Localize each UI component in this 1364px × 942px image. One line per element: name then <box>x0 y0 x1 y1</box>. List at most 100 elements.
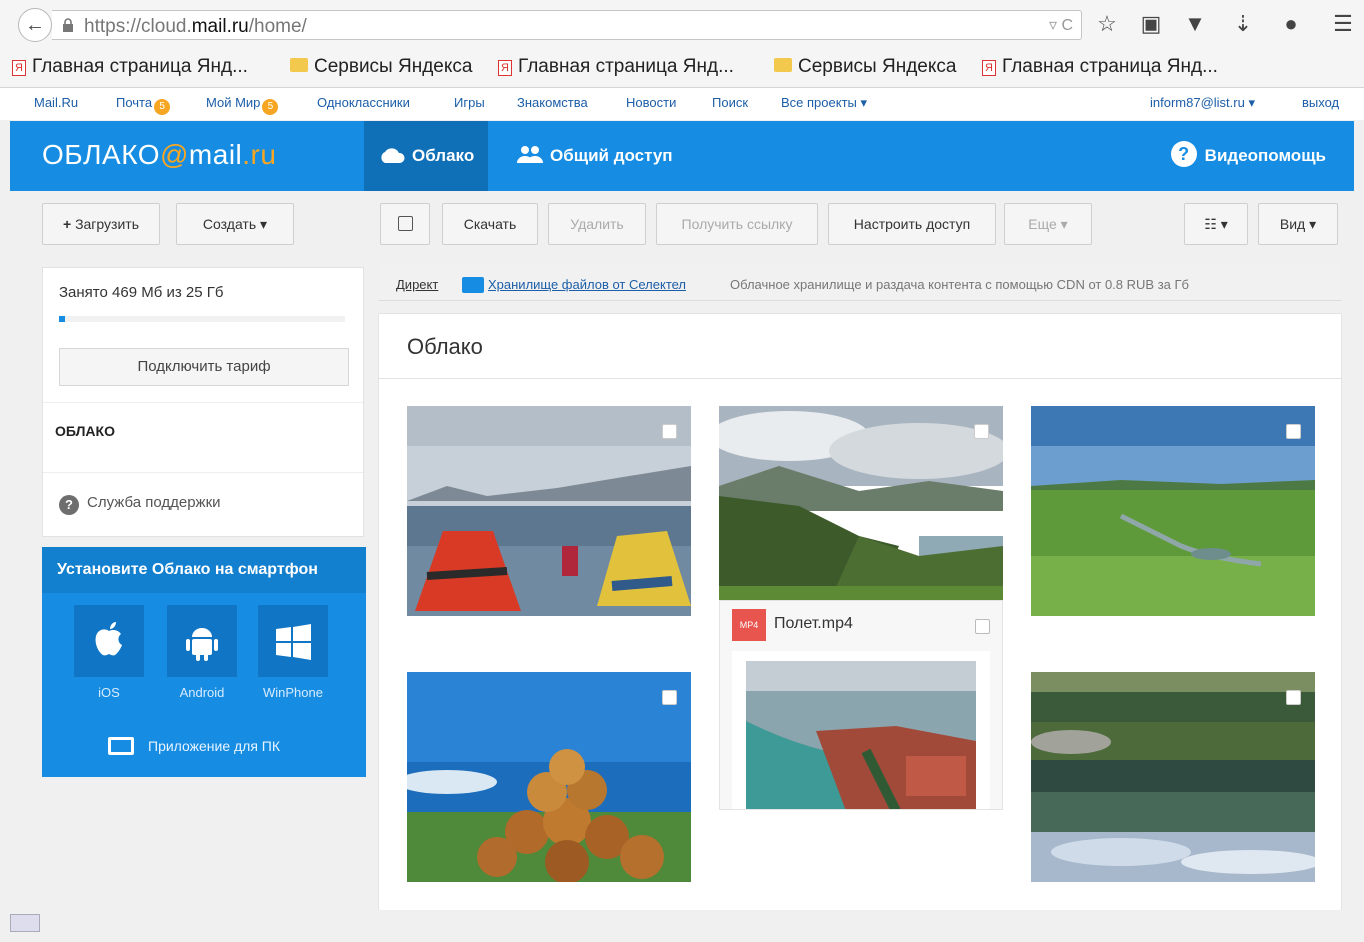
bookmark-item[interactable]: Сервисы Яндекса <box>774 56 956 78</box>
portal-link-mail[interactable]: Почта 5 <box>116 95 171 115</box>
winphone-label: WinPhone <box>263 685 323 700</box>
logout-link[interactable]: выход <box>1302 95 1339 110</box>
monitor-icon <box>108 737 134 755</box>
lock-icon <box>63 18 73 32</box>
portal-link-mymir[interactable]: Мой Мир 5 <box>206 95 279 115</box>
direct-ad-strip: Директ Хранилище файлов от Селектел Обла… <box>378 265 1342 301</box>
select-all-checkbox[interactable] <box>380 203 430 245</box>
photo-thumbnail[interactable] <box>407 406 691 616</box>
photo-haystacks <box>407 672 691 882</box>
page-title: Облако <box>407 334 483 359</box>
portal-link-games[interactable]: Игры <box>454 95 485 110</box>
bookmark-item[interactable]: Я Главная страница Янд... <box>498 56 734 78</box>
portal-link-all-projects[interactable]: Все проекты ▾ <box>781 95 867 111</box>
delete-button[interactable]: Удалить <box>548 203 646 245</box>
mail-count-badge: 5 <box>154 99 171 115</box>
checkbox-icon <box>397 216 413 231</box>
photo-thumbnail[interactable] <box>407 672 691 882</box>
select-checkbox[interactable] <box>1286 424 1301 439</box>
storage-panel: Занято 469 Мб из 25 Гб Подключить тариф … <box>42 267 364 537</box>
storage-progress <box>59 316 345 322</box>
share-settings-button[interactable]: Настроить доступ <box>828 203 996 245</box>
select-checkbox[interactable] <box>975 619 990 634</box>
select-checkbox[interactable] <box>662 424 677 439</box>
portal-link-ok[interactable]: Одноклассники <box>317 95 410 110</box>
caret-down-icon: ▾ <box>1309 216 1317 232</box>
photo-thumbnail[interactable] <box>1031 406 1315 616</box>
sidebar-item-cloud[interactable]: ОБЛАКО <box>55 423 115 439</box>
create-button[interactable]: Создать ▾ <box>176 203 294 245</box>
mir-count-badge: 5 <box>262 99 279 115</box>
install-app-title: Установите Облако на смартфон <box>42 547 366 593</box>
addon-bar-icon[interactable] <box>10 914 40 932</box>
chat-icon[interactable]: ● <box>1278 10 1304 38</box>
pocket-icon[interactable]: ▼ <box>1182 10 1208 38</box>
photo-thumbnail[interactable] <box>1031 672 1315 882</box>
install-app-panel: Установите Облако на смартфон iOS Androi… <box>42 547 366 777</box>
divider <box>43 402 363 403</box>
video-file-card[interactable]: MP4 Полет.mp4 <box>719 600 1003 810</box>
photo-tents <box>407 406 691 616</box>
select-checkbox[interactable] <box>1286 690 1301 705</box>
bookmark-item[interactable]: Я Главная страница Янд... <box>12 56 248 78</box>
photo-thumbnail[interactable] <box>719 406 1003 616</box>
address-bar[interactable]: https://cloud.mail.ru/home/ ▿ C <box>52 10 1082 40</box>
caret-down-icon: ▾ <box>1060 216 1068 232</box>
support-link[interactable]: ? Служба поддержки <box>59 494 221 515</box>
photo-meadow <box>1031 406 1315 616</box>
video-help-button[interactable]: ? Видеопомощь <box>1170 121 1326 191</box>
file-browser-panel: Облако MP4 Полет.mp4 <box>378 313 1342 913</box>
tab-cloud[interactable]: Облако <box>364 121 489 191</box>
select-checkbox[interactable] <box>662 690 677 705</box>
back-arrow-icon[interactable]: ← <box>18 8 52 42</box>
ad-description: Облачное хранилище и раздача контента с … <box>730 277 1189 292</box>
video-preview <box>732 651 990 809</box>
storage-usage-text: Занято 469 Мб из 25 Гб <box>59 284 224 301</box>
winphone-app-button[interactable] <box>258 605 328 677</box>
android-icon <box>186 628 218 661</box>
upload-button[interactable]: + Загрузить <box>42 203 160 245</box>
bookmark-item[interactable]: Я Главная страница Янд... <box>982 56 1218 78</box>
caret-down-icon: ▾ <box>1248 95 1255 110</box>
connect-tariff-button[interactable]: Подключить тариф <box>59 348 349 386</box>
file-name: Полет.mp4 <box>774 615 853 632</box>
direct-tag[interactable]: Директ <box>396 277 438 292</box>
cloud-icon <box>381 148 405 163</box>
portal-link-search[interactable]: Поиск <box>712 95 748 110</box>
get-link-button[interactable]: Получить ссылку <box>656 203 818 245</box>
star-icon[interactable]: ☆ <box>1094 10 1120 38</box>
divider <box>43 472 363 473</box>
storage-progress-fill <box>59 316 65 322</box>
caret-down-icon: ▾ <box>1220 216 1228 232</box>
reload-icon[interactable]: ▿ C <box>1049 15 1073 35</box>
reading-list-icon[interactable]: ▣ <box>1138 10 1164 38</box>
browser-toolbar: ← https://cloud.mail.ru/home/ ▿ C ☆ ▣ ▼ … <box>0 0 1364 88</box>
windows-icon <box>276 624 311 660</box>
pc-app-link[interactable]: Приложение для ПК <box>108 737 280 755</box>
question-icon: ? <box>59 495 79 515</box>
plus-icon: + <box>62 216 72 232</box>
tab-shared[interactable]: Общий доступ <box>502 121 687 191</box>
video-file-icon: MP4 <box>732 609 766 641</box>
download-button[interactable]: Скачать <box>442 203 538 245</box>
users-icon <box>517 146 543 163</box>
download-icon[interactable]: ⇣ <box>1230 10 1256 38</box>
portal-link-news[interactable]: Новости <box>626 95 676 110</box>
ad-link[interactable]: Хранилище файлов от Селектел <box>488 277 686 292</box>
photo-lake <box>1031 672 1315 882</box>
more-button[interactable]: Еще ▾ <box>1004 203 1092 245</box>
view-button[interactable]: Вид ▾ <box>1258 203 1338 245</box>
android-app-button[interactable] <box>167 605 237 677</box>
yandex-icon: Я <box>12 60 26 76</box>
ios-app-button[interactable] <box>74 605 144 677</box>
sort-icon: ☷ <box>1204 216 1217 232</box>
sort-button[interactable]: ☷ ▾ <box>1184 203 1248 245</box>
bookmark-item[interactable]: Сервисы Яндекса <box>290 56 472 78</box>
select-checkbox[interactable] <box>974 424 989 439</box>
apple-icon <box>95 622 122 656</box>
cloud-logo[interactable]: ОБЛАКО@mail.ru <box>42 139 276 171</box>
portal-link-dating[interactable]: Знакомства <box>517 95 588 110</box>
user-menu[interactable]: inform87@list.ru ▾ <box>1150 95 1255 111</box>
menu-icon[interactable]: ☰ <box>1330 10 1356 38</box>
portal-link-mailru[interactable]: Mail.Ru <box>34 95 78 110</box>
